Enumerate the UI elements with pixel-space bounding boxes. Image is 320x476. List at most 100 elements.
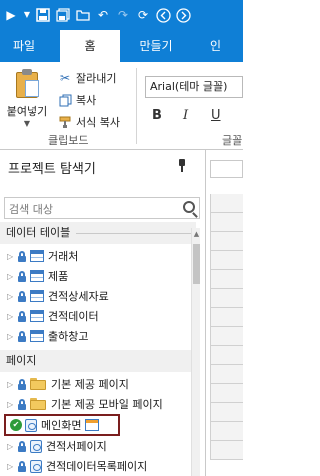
scrollbar-thumb[interactable] — [193, 244, 200, 284]
redo-icon[interactable]: ↷ — [115, 7, 131, 23]
row-header[interactable] — [210, 251, 243, 270]
expand-icon[interactable]: ▷ — [7, 252, 17, 261]
expand-icon[interactable]: ▷ — [7, 400, 17, 409]
expand-icon[interactable]: ▷ — [7, 462, 17, 471]
row-header[interactable] — [210, 308, 243, 327]
expand-icon[interactable]: ▷ — [7, 332, 17, 341]
copy-button[interactable]: 복사 — [58, 90, 96, 110]
tree-item-label: 거래처 — [48, 250, 79, 263]
tab-insert[interactable]: 인 — [210, 30, 243, 62]
dropdown-icon[interactable]: ▼ — [23, 7, 31, 23]
page-icon — [25, 418, 37, 432]
tree-item-label: 기본 제공 페이지 — [51, 378, 129, 391]
underline-button[interactable]: U — [211, 108, 221, 123]
search-placeholder: 검색 대상 — [9, 203, 53, 216]
expand-icon[interactable]: ▷ — [7, 272, 17, 281]
table-icon — [30, 250, 44, 262]
expand-icon[interactable]: ▷ — [7, 292, 17, 301]
ribbon-tabs: 파일 홈 만들기 인 — [0, 30, 243, 62]
row-header[interactable] — [210, 194, 243, 213]
row-header[interactable] — [210, 422, 243, 441]
scissors-icon: ✂ — [59, 71, 71, 85]
data-tables-header: 데이터 테이블 — [0, 222, 196, 244]
row-header[interactable] — [210, 289, 243, 308]
tree-item-label: 견적데이터목록페이지 — [46, 460, 148, 473]
pin-icon[interactable] — [176, 159, 188, 173]
tab-file[interactable]: 파일 — [0, 30, 48, 62]
tree-item-label: 견적상세자료 — [48, 290, 109, 303]
lock-icon — [17, 398, 27, 410]
row-header[interactable] — [210, 441, 243, 460]
tab-create[interactable]: 만들기 — [128, 30, 184, 62]
lock-icon — [17, 378, 27, 390]
tree-item-folder[interactable]: ▷ 기본 제공 페이지 — [0, 374, 200, 394]
row-header[interactable] — [210, 270, 243, 289]
row-header[interactable] — [210, 346, 243, 365]
form-icon — [85, 419, 100, 431]
tree-item-table[interactable]: ▷ 출하창고 — [0, 326, 200, 346]
scroll-up-icon[interactable]: ▲ — [192, 230, 201, 238]
clipboard-group-label: 클립보드 — [48, 134, 89, 147]
copy-label: 복사 — [76, 94, 97, 107]
cut-button[interactable]: ✂ 잘라내기 — [58, 68, 117, 88]
expand-icon[interactable]: ▷ — [7, 442, 17, 451]
search-input[interactable]: 검색 대상 — [4, 197, 200, 219]
cut-label: 잘라내기 — [76, 72, 117, 85]
font-group-label: 글꼴 — [222, 134, 243, 147]
expand-icon[interactable]: ▷ — [7, 380, 17, 389]
refresh-icon[interactable]: ⟳ — [135, 7, 151, 23]
tree-item-table[interactable]: ▷ 거래처 — [0, 246, 200, 266]
bold-button[interactable]: B — [152, 108, 162, 123]
table-icon — [30, 310, 44, 322]
undo-icon[interactable]: ↶ — [95, 7, 111, 23]
search-icon[interactable] — [183, 201, 195, 213]
row-header[interactable] — [210, 384, 243, 403]
save-all-icon[interactable] — [55, 7, 71, 23]
name-box[interactable] — [210, 160, 243, 178]
tree-item-page-selected[interactable]: ✔ 메인화면 — [4, 414, 120, 436]
tree-item-table[interactable]: ▷ 견적상세자료 — [0, 286, 200, 306]
pages-header-label: 페이지 — [6, 354, 37, 367]
vertical-scrollbar[interactable]: ▲ — [191, 228, 200, 476]
row-header[interactable] — [210, 232, 243, 251]
row-header[interactable] — [210, 403, 243, 422]
tree-item-label: 견적데이터 — [48, 310, 99, 323]
tree-item-page[interactable]: ▷ 견적데이터목록페이지 — [0, 456, 200, 476]
row-header[interactable] — [210, 365, 243, 384]
tree-item-label: 견적서페이지 — [46, 440, 107, 453]
sheet-grid — [206, 150, 243, 476]
folder-icon[interactable] — [75, 7, 91, 23]
tree-item-label: 제품 — [48, 270, 69, 283]
format-painter-button[interactable]: 서식 복사 — [58, 112, 120, 132]
paste-button[interactable]: 붙여넣기 ▼ — [4, 68, 50, 130]
back-icon[interactable] — [155, 7, 171, 23]
tree-item-page[interactable]: ▷ 견적서페이지 — [0, 436, 200, 456]
chevron-down-icon[interactable]: ▼ — [4, 119, 50, 128]
row-header[interactable] — [210, 327, 243, 346]
page-icon — [30, 439, 42, 453]
copy-icon — [58, 93, 72, 107]
tree-item-folder[interactable]: ▷ 기본 제공 모바일 페이지 — [0, 394, 200, 414]
expand-icon[interactable]: ▷ — [7, 312, 17, 321]
tree-item-table[interactable]: ▷ 제품 — [0, 266, 200, 286]
paste-icon — [13, 68, 41, 98]
tree-item-label: 출하창고 — [48, 330, 89, 343]
format-copy-label: 서식 복사 — [76, 116, 120, 129]
lock-icon — [17, 330, 27, 342]
brush-icon — [58, 115, 72, 129]
paste-label: 붙여넣기 — [6, 105, 48, 118]
data-tables-header-label: 데이터 테이블 — [6, 226, 71, 239]
tree-item-table[interactable]: ▷ 견적데이터 — [0, 306, 200, 326]
folder-icon — [30, 398, 46, 410]
quick-access-toolbar: ▶ ▼ ↶ ↷ ⟳ — [0, 0, 243, 30]
row-header[interactable] — [210, 213, 243, 232]
italic-button[interactable]: I — [183, 108, 188, 123]
table-icon — [30, 290, 44, 302]
folder-icon — [30, 378, 46, 390]
group-divider — [136, 68, 137, 144]
forward-icon[interactable] — [175, 7, 191, 23]
font-name-select[interactable]: Arial(테마 글꼴) — [145, 76, 243, 98]
save-icon[interactable] — [35, 7, 51, 23]
tab-home[interactable]: 홈 — [60, 30, 120, 62]
app-menu-icon[interactable]: ▶ — [3, 7, 19, 23]
